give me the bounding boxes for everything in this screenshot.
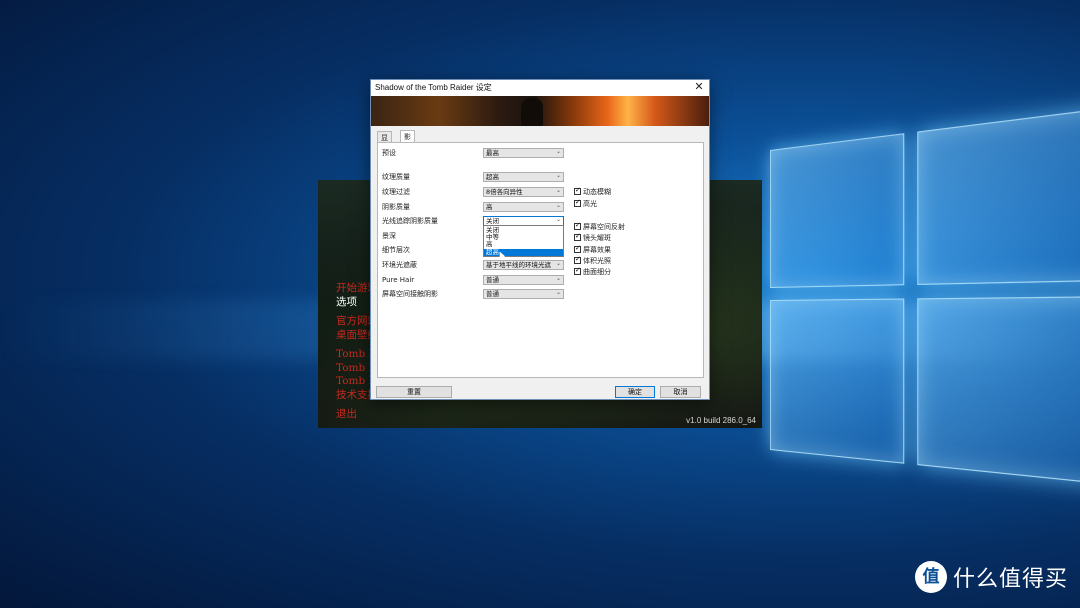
checkbox-checked-icon <box>574 257 581 264</box>
chevron-down-icon: ⌄ <box>556 260 561 268</box>
dialog-titlebar[interactable]: Shadow of the Tomb Raider 设定 ✕ <box>371 80 709 96</box>
preset-select[interactable]: 最高 ⌄ <box>483 148 564 158</box>
setting-label-texture-filtering: 纹理过滤 <box>382 188 410 197</box>
checkbox-checked-icon <box>574 188 581 195</box>
shadow-quality-select[interactable]: 高 ⌄ <box>483 202 564 212</box>
game-banner-image <box>371 96 709 126</box>
checkbox-screen-space-reflections[interactable]: 屏幕空间反射 <box>574 222 625 231</box>
watermark-text: 什么值得买 <box>953 561 1068 593</box>
checkbox-tessellation[interactable]: 曲面细分 <box>574 267 611 276</box>
graphics-settings-panel: 预设 纹理质量 纹理过滤 阴影质量 光线追踪阴影质量 景深 细节层次 环境光遮蔽… <box>377 142 704 378</box>
contact-shadows-select[interactable]: 普通 ⌄ <box>483 289 564 299</box>
close-icon[interactable]: ✕ <box>693 80 705 96</box>
chevron-down-icon: ⌄ <box>556 275 561 283</box>
ambient-occlusion-select[interactable]: 基于地平线的环境光遮 ⌄ <box>483 260 564 270</box>
dropdown-option[interactable]: 中等 <box>484 234 563 241</box>
checkbox-motion-blur[interactable]: 动态模糊 <box>574 187 611 196</box>
setting-label-ambient-occlusion: 环境光遮蔽 <box>382 261 417 270</box>
windows-logo <box>770 103 1080 527</box>
ok-button[interactable]: 确定 <box>615 386 655 398</box>
pure-hair-select[interactable]: 普通 ⌄ <box>483 275 564 285</box>
setting-label-depth-of-field: 景深 <box>382 232 396 241</box>
watermark-logo-icon <box>915 561 947 593</box>
setting-label-level-of-detail: 细节层次 <box>382 246 410 255</box>
checkbox-volumetric-lighting[interactable]: 体积光照 <box>574 256 611 265</box>
chevron-down-icon: ⌄ <box>556 216 561 224</box>
build-version: v1.0 build 286.0_64 <box>686 416 756 425</box>
dropdown-option[interactable]: 高 <box>484 241 563 248</box>
launcher-menu-item[interactable]: 退出 <box>336 408 404 422</box>
checkbox-checked-icon <box>574 234 581 241</box>
texture-quality-select[interactable]: 超高 ⌄ <box>483 172 564 182</box>
chevron-down-icon: ⌄ <box>556 187 561 195</box>
raytraced-shadow-dropdown-list: 关闭 中等 高 超高 <box>483 225 564 257</box>
watermark: 什么值得买 <box>915 560 1068 594</box>
chevron-down-icon: ⌄ <box>556 172 561 180</box>
reset-button[interactable]: 重置 <box>376 386 452 398</box>
checkbox-checked-icon <box>574 200 581 207</box>
chevron-down-icon: ⌄ <box>556 202 561 210</box>
setting-label-pure-hair: Pure Hair <box>382 276 414 285</box>
dialog-title: Shadow of the Tomb Raider 设定 <box>375 83 492 92</box>
setting-label-texture-quality: 纹理质量 <box>382 173 410 182</box>
checkbox-checked-icon <box>574 246 581 253</box>
setting-label-contact-shadows: 屏幕空间接触阴影 <box>382 290 438 299</box>
setting-label-preset: 预设 <box>382 149 396 158</box>
chevron-down-icon: ⌄ <box>556 289 561 297</box>
checkbox-screen-effects[interactable]: 屏幕效果 <box>574 245 611 254</box>
chevron-down-icon: ⌄ <box>556 148 561 156</box>
checkbox-checked-icon <box>574 268 581 275</box>
checkbox-checked-icon <box>574 223 581 230</box>
cancel-button[interactable]: 取消 <box>660 386 701 398</box>
checkbox-lens-flare[interactable]: 镜头耀斑 <box>574 233 611 242</box>
setting-label-raytraced-shadow-quality: 光线追踪阴影质量 <box>382 217 438 226</box>
checkbox-bloom[interactable]: 高光 <box>574 199 597 208</box>
setting-label-shadow-quality: 阴影质量 <box>382 203 410 212</box>
texture-filtering-select[interactable]: 8倍各向异性 ⌄ <box>483 187 564 197</box>
settings-dialog: Shadow of the Tomb Raider 设定 ✕ 显示 影像 预设 … <box>370 79 710 400</box>
